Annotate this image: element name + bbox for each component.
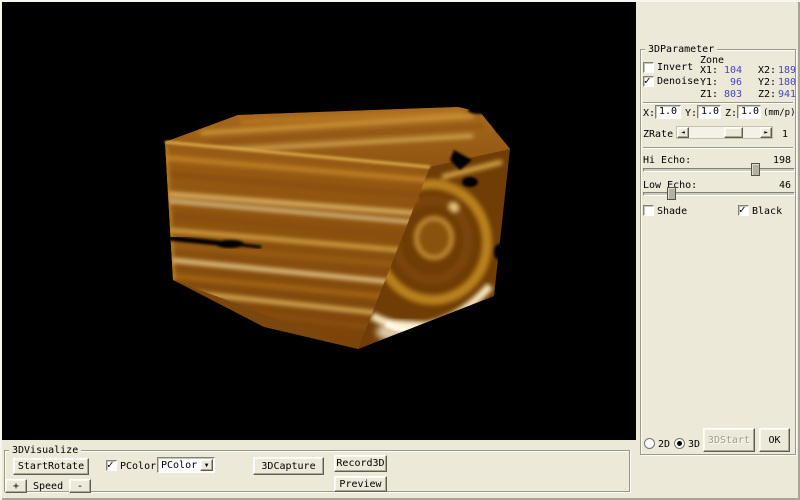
zrate-scroll-left-icon[interactable]: ◄	[677, 127, 689, 138]
parameter-group: 3DParameter Invert Denoise Zone X1: 104 …	[640, 49, 796, 455]
scale-x-label: X:	[643, 108, 655, 119]
start-3d-button[interactable]: 3DStart	[703, 428, 755, 452]
parameter-group-title: 3DParameter	[645, 44, 717, 55]
invert-label: Invert	[657, 62, 693, 73]
separator	[643, 147, 793, 149]
zone-z1-label: Z1:	[700, 89, 718, 100]
zrate-scroll-thumb[interactable]	[724, 127, 743, 138]
scale-x-input[interactable]: 1.0	[655, 105, 681, 119]
speed-label: Speed	[33, 481, 63, 492]
denoise-label: Denoise	[657, 76, 699, 87]
start-rotate-button[interactable]: StartRotate	[13, 458, 89, 475]
preview-button[interactable]: Preview	[334, 476, 387, 492]
zone-x1-value: 104	[720, 65, 742, 76]
shade-checkbox[interactable]	[643, 205, 654, 216]
scale-y-input[interactable]: 1.0	[697, 105, 721, 119]
mode-2d-label: 2D	[658, 439, 670, 450]
app-window: 3DParameter Invert Denoise Zone X1: 104 …	[0, 0, 800, 500]
hi-echo-slider-thumb[interactable]	[751, 163, 760, 176]
zone-y1-label: Y1:	[700, 77, 718, 88]
zrate-scrollbar[interactable]: ◄ ►	[676, 126, 773, 139]
hi-echo-value: 198	[761, 155, 791, 166]
separator	[643, 102, 793, 104]
zone-z2-value: 941	[774, 89, 796, 100]
invert-checkbox[interactable]	[643, 62, 654, 73]
ultrasound-volume-render	[2, 2, 636, 440]
pcolor-select[interactable]: PColor ▼	[157, 457, 215, 473]
hi-echo-slider-track[interactable]	[643, 168, 795, 172]
zrate-value: 1	[782, 129, 788, 140]
low-echo-value: 46	[761, 180, 791, 191]
zone-y1-value: 96	[720, 77, 742, 88]
mode-2d-radio[interactable]	[644, 438, 655, 449]
visualize-group: 3DVisualize StartRotate + Speed - PColor…	[4, 450, 630, 492]
render-viewport[interactable]	[2, 2, 636, 440]
scale-unit-label: (mm/p)	[763, 108, 796, 119]
zone-x2-value: 189	[774, 65, 796, 76]
pcolor-select-value: PColor	[161, 460, 197, 471]
pcolor-label: PColor	[120, 461, 156, 472]
scale-z-label: Z:	[725, 108, 737, 119]
visualize-group-title: 3DVisualize	[9, 445, 81, 456]
zrate-scroll-right-icon[interactable]: ►	[760, 127, 772, 138]
zone-z1-value: 803	[720, 89, 742, 100]
chevron-down-icon[interactable]: ▼	[200, 459, 213, 471]
zrate-label: ZRate	[643, 129, 673, 140]
mode-3d-label: 3D	[688, 439, 700, 450]
low-echo-slider-thumb[interactable]	[667, 187, 676, 200]
zone-y2-value: 180	[774, 77, 796, 88]
black-label: Black	[752, 206, 782, 217]
speed-plus-button[interactable]: +	[5, 479, 27, 493]
zone-x1-label: X1:	[700, 65, 718, 76]
mode-3d-radio[interactable]	[674, 438, 685, 449]
low-echo-slider-track[interactable]	[643, 192, 795, 196]
black-checkbox[interactable]	[738, 205, 749, 216]
speed-minus-button[interactable]: -	[69, 479, 91, 493]
capture-3d-button[interactable]: 3DCapture	[253, 457, 324, 475]
pcolor-checkbox[interactable]	[106, 460, 117, 471]
hi-echo-label: Hi Echo:	[643, 155, 691, 166]
denoise-checkbox[interactable]	[643, 76, 654, 87]
shade-label: Shade	[657, 206, 687, 217]
scale-y-label: Y:	[685, 108, 697, 119]
record-3d-button[interactable]: Record3D	[334, 455, 387, 472]
scale-z-input[interactable]: 1.0	[737, 105, 761, 119]
ok-button[interactable]: OK	[759, 428, 790, 452]
